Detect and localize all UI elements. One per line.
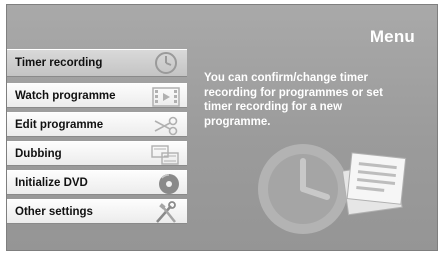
menu-item-dubbing[interactable]: Dubbing xyxy=(7,141,187,166)
menu-item-label: Other settings xyxy=(15,205,93,218)
menu-item-timer-recording[interactable]: Timer recording xyxy=(7,49,187,77)
menu-screen: Menu Timer recording Watch programme Edi… xyxy=(6,4,438,251)
menu-item-label: Timer recording xyxy=(15,57,103,69)
clock-icon xyxy=(149,51,183,75)
menu-item-watch-programme[interactable]: Watch programme xyxy=(7,83,187,108)
menu-item-other-settings[interactable]: Other settings xyxy=(7,199,187,224)
tools-icon xyxy=(149,201,183,225)
menu-item-label: Edit programme xyxy=(15,118,104,131)
menu-item-initialize-dvd[interactable]: Initialize DVD xyxy=(7,170,187,195)
menu-title: Menu xyxy=(369,27,415,46)
clock-and-documents-icon xyxy=(253,137,413,237)
menu-item-label: Watch programme xyxy=(15,89,116,102)
scissors-icon xyxy=(149,114,183,138)
menu-item-description: You can confirm/change timer recording f… xyxy=(204,72,383,128)
menu-list: Timer recording Watch programme Edit pro… xyxy=(7,49,187,228)
menu-item-label: Dubbing xyxy=(15,147,62,160)
disc-icon xyxy=(149,172,183,196)
menu-item-label: Initialize DVD xyxy=(15,176,88,189)
film-icon xyxy=(149,85,183,109)
menu-item-edit-programme[interactable]: Edit programme xyxy=(7,112,187,137)
dubbing-icon xyxy=(149,143,183,167)
